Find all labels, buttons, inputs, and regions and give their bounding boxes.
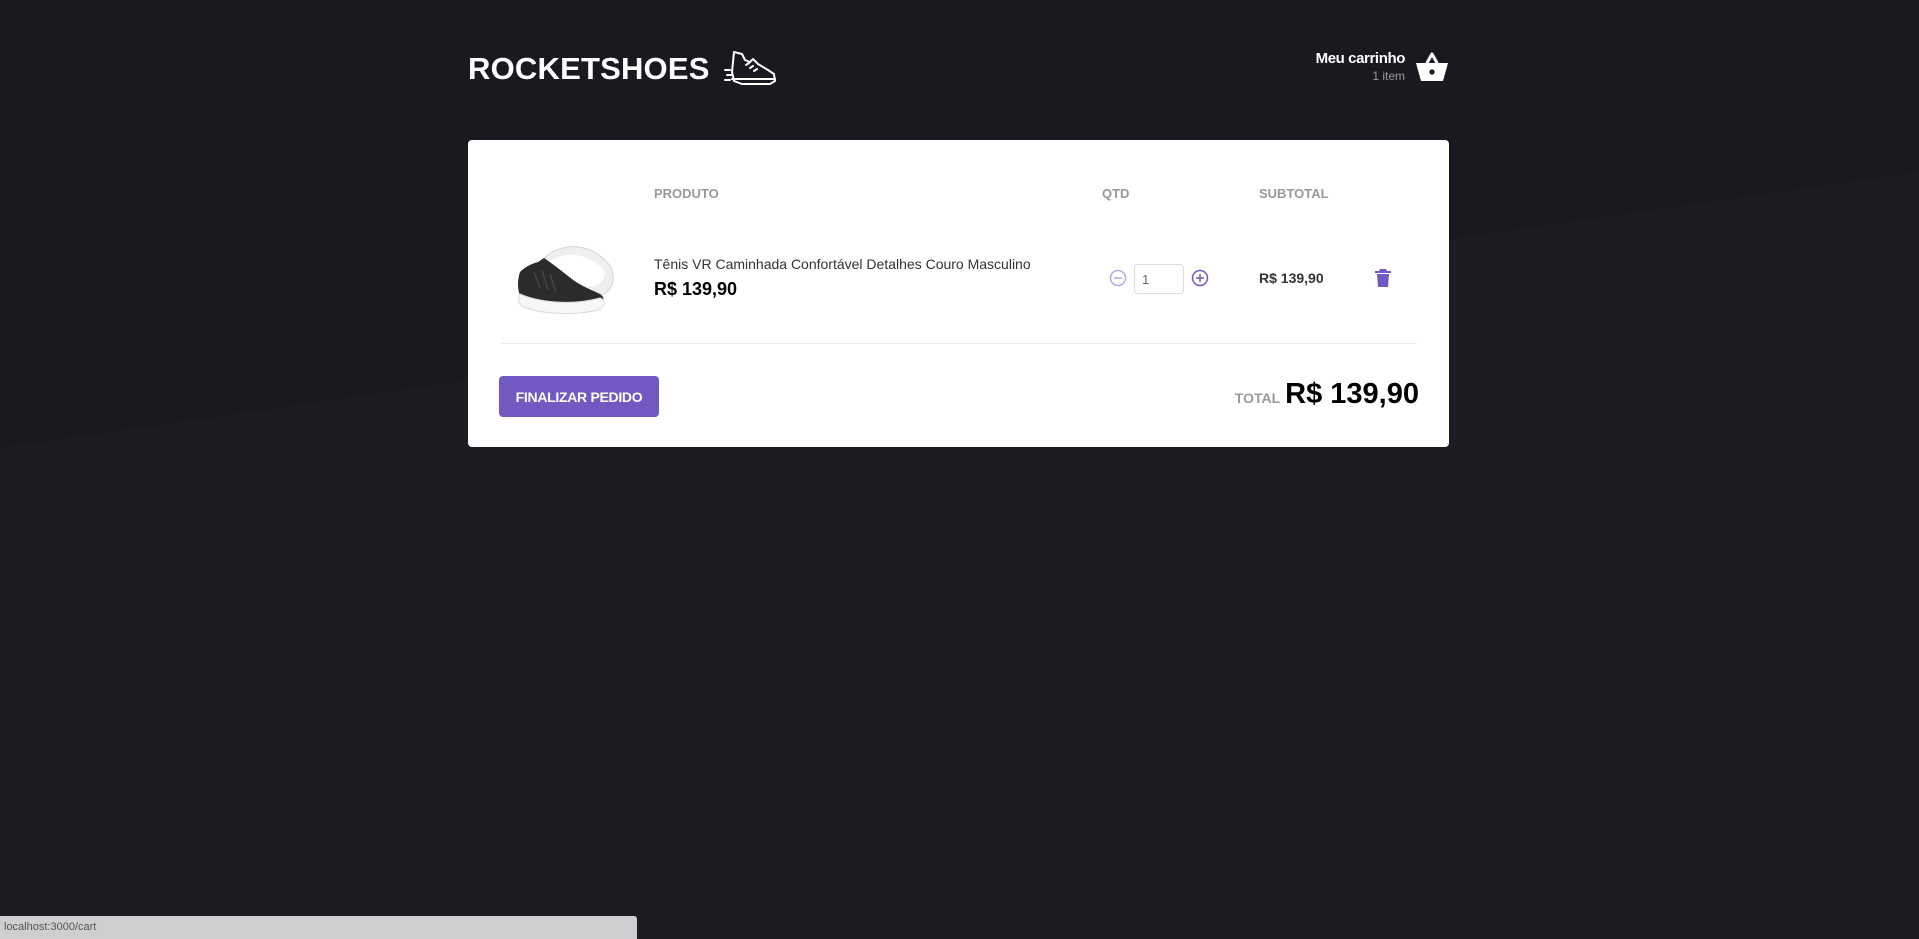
total-value: R$ 139,90 [1285, 378, 1419, 410]
item-subtotal: R$ 139,90 [1259, 270, 1324, 286]
minus-circle-icon [1109, 269, 1127, 287]
decrement-button[interactable] [1109, 269, 1127, 287]
delete-button[interactable] [1374, 268, 1392, 288]
product-price: R$ 139,90 [654, 279, 738, 299]
row-divider [500, 343, 1417, 344]
cart-info: Meu carrinho 1 item [1315, 50, 1406, 83]
running-shoe-icon [723, 48, 778, 90]
finish-order-button[interactable]: FINALIZAR PEDIDO [499, 376, 659, 417]
column-header-subtotal: SUBTOTAL [1259, 186, 1329, 201]
cart-link[interactable]: Meu carrinho 1 item [1316, 50, 1449, 83]
quantity-input[interactable] [1134, 264, 1184, 294]
column-header-product: PRODUTO [654, 186, 719, 201]
basket-icon [1415, 51, 1449, 83]
logo-link[interactable]: ROCKETSHOES [468, 48, 778, 90]
cart-card: PRODUTO QTD SUBTOTAL Tênis VR Caminhada … [468, 140, 1449, 447]
column-header-quantity: QTD [1102, 186, 1130, 201]
logo-text: ROCKETSHOES [468, 51, 710, 86]
order-total: TOTAL R$ 139,90 [1235, 378, 1419, 411]
product-name: Tênis VR Caminhada Confortável Detalhes … [654, 256, 1031, 272]
app-header: ROCKETSHOES Meu carrinho 1 item [468, 0, 1449, 140]
cart-title: Meu carrinho [1315, 50, 1406, 67]
product-image [514, 232, 620, 318]
plus-circle-icon [1191, 269, 1209, 287]
increment-button[interactable] [1191, 269, 1209, 287]
trash-icon [1375, 269, 1391, 287]
browser-status-bar: localhost:3000/cart [0, 916, 637, 939]
total-label: TOTAL [1234, 390, 1281, 406]
page-container: ROCKETSHOES Meu carrinho 1 item PRODUTO … [468, 0, 1449, 447]
cart-item-count: 1 item [1372, 69, 1405, 83]
